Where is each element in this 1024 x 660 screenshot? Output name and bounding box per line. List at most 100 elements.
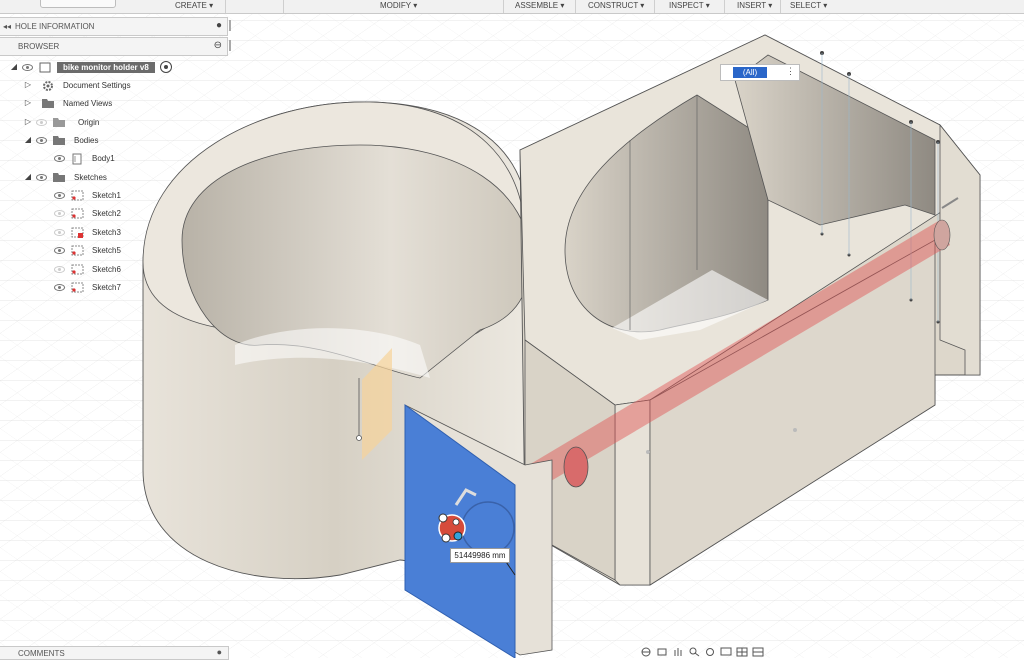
- tree-item-sketch2[interactable]: Sketch2: [54, 205, 124, 221]
- zoom-icon[interactable]: [688, 647, 700, 657]
- expand-caret-icon[interactable]: ◢: [10, 63, 18, 71]
- eye-icon[interactable]: [54, 246, 65, 254]
- toolbar-separator: [724, 0, 725, 13]
- tree-item-bodies[interactable]: ◢ Bodies: [24, 132, 101, 148]
- tree-item-sketch6[interactable]: Sketch6: [54, 261, 124, 277]
- tree-item-label: Named Views: [63, 98, 113, 108]
- toolbar-separator: [503, 0, 504, 13]
- pin-dot-icon[interactable]: ●: [216, 20, 222, 31]
- display-settings-icon[interactable]: [720, 647, 732, 657]
- panel-resize-handle[interactable]: [229, 20, 231, 31]
- browser-header[interactable]: BROWSER ⊖: [0, 37, 231, 56]
- comments-label: COMMENTS: [18, 649, 65, 658]
- folder-icon: [53, 172, 65, 182]
- pin-dot-icon[interactable]: ●: [217, 647, 222, 657]
- toolbar-separator: [283, 0, 284, 13]
- orbit-icon[interactable]: [640, 647, 652, 657]
- expand-caret-icon[interactable]: ▷: [24, 81, 32, 89]
- body-icon: [71, 153, 83, 165]
- eye-icon[interactable]: [54, 283, 65, 291]
- plane-origin[interactable]: [356, 435, 362, 441]
- tree-item-sketch3[interactable]: Sketch3: [54, 224, 124, 240]
- eye-hidden-icon[interactable]: [36, 118, 47, 126]
- minus-circle-icon[interactable]: ⊖: [214, 40, 222, 51]
- eye-icon[interactable]: [54, 154, 65, 162]
- eye-icon[interactable]: [36, 173, 47, 181]
- navigation-bar: [640, 646, 764, 658]
- menu-select[interactable]: SELECT ▾: [790, 1, 827, 10]
- toolbar-separator: [575, 0, 576, 13]
- menu-assemble[interactable]: ASSEMBLE ▾: [515, 1, 564, 10]
- eye-hidden-icon[interactable]: [54, 228, 65, 236]
- eye-hidden-icon[interactable]: [54, 209, 65, 217]
- eye-icon[interactable]: [22, 63, 33, 71]
- model-canvas[interactable]: [0, 0, 1024, 659]
- tree-item-origin[interactable]: ▷ Origin: [24, 114, 102, 130]
- tree-root[interactable]: ◢ bike monitor holder v8: [10, 59, 172, 75]
- 3d-viewport[interactable]: [0, 0, 1024, 659]
- look-at-icon[interactable]: [656, 647, 668, 657]
- gear-icon: [42, 80, 54, 91]
- browser-label: BROWSER: [18, 42, 60, 51]
- toolbar-separator: [654, 0, 655, 13]
- pan-hand-icon[interactable]: [672, 647, 684, 657]
- menu-create[interactable]: CREATE ▾: [175, 1, 213, 10]
- hole-information-header[interactable]: ◂◂ HOLE INFORMATION ●: [0, 17, 231, 36]
- tree-item-label: Document Settings: [63, 80, 131, 90]
- tree-item-sketches[interactable]: ◢ Sketches: [24, 169, 110, 185]
- viewports-icon[interactable]: [752, 647, 764, 657]
- eye-icon[interactable]: [36, 136, 47, 144]
- tree-item-sketch5[interactable]: Sketch5: [54, 242, 124, 258]
- tree-item-body1[interactable]: Body1: [54, 150, 118, 166]
- double-chevron-left-icon[interactable]: ◂◂: [3, 22, 11, 31]
- eye-hidden-icon[interactable]: [54, 265, 65, 273]
- sketch-warning-icon: [71, 227, 84, 238]
- folder-icon: [53, 117, 65, 127]
- hole-information-label: HOLE INFORMATION: [15, 22, 95, 31]
- toolbar-separator: [780, 0, 781, 13]
- left-panel: ◂◂ HOLE INFORMATION ● BROWSER ⊖: [0, 17, 231, 56]
- tree-item-label: Sketch1: [92, 190, 121, 200]
- menu-modify[interactable]: MODIFY ▾: [380, 1, 417, 10]
- toolbar-separator: [225, 0, 226, 13]
- top-toolbar: CREATE ▾ MODIFY ▾ ASSEMBLE ▾ CONSTRUCT ▾…: [0, 0, 1024, 14]
- expand-caret-icon[interactable]: ◢: [24, 136, 32, 144]
- fit-icon[interactable]: [704, 647, 716, 657]
- tree-item-sketch7[interactable]: Sketch7: [54, 279, 124, 295]
- sketch-icon: [71, 282, 84, 293]
- hole-entry: [563, 446, 589, 488]
- selection-filter[interactable]: (All) ⋮: [720, 64, 800, 81]
- expand-caret-icon[interactable]: ◢: [24, 173, 32, 181]
- toolbar-field[interactable]: [40, 0, 116, 8]
- sketch-icon: [71, 208, 84, 219]
- tree-item-label: Sketches: [74, 172, 107, 182]
- radio-active-icon[interactable]: [159, 61, 172, 73]
- dimension-input[interactable]: 51449986 mm: [450, 548, 510, 563]
- tree-item-label: Sketch3: [92, 227, 121, 237]
- expand-caret-icon[interactable]: ▷: [24, 118, 32, 126]
- root-component-label[interactable]: bike monitor holder v8: [57, 61, 155, 73]
- tree-item-label: Origin: [78, 117, 100, 127]
- menu-inspect[interactable]: INSPECT ▾: [669, 1, 710, 10]
- component-icon: [39, 62, 51, 73]
- panel-resize-handle[interactable]: [229, 40, 231, 51]
- sketch-icon: [71, 245, 84, 256]
- tree-item-label: Sketch6: [92, 264, 121, 274]
- grid-settings-icon[interactable]: [736, 647, 748, 657]
- tree-item-named-views[interactable]: ▷ Named Views: [24, 95, 115, 111]
- eye-icon[interactable]: [54, 191, 65, 199]
- tree-item-label: Sketch2: [92, 208, 121, 218]
- vertical-dots-icon[interactable]: ⋮: [786, 66, 795, 77]
- sketch-icon: [71, 264, 84, 275]
- tree-item-label: Sketch5: [92, 245, 121, 255]
- menu-insert[interactable]: INSERT ▾: [737, 1, 772, 10]
- tree-item-sketch1[interactable]: Sketch1: [54, 187, 124, 203]
- tree-item-document-settings[interactable]: ▷ Document Settings: [24, 77, 134, 93]
- selection-filter-value[interactable]: (All): [733, 67, 767, 78]
- sketch-icon: [71, 190, 84, 201]
- expand-caret-icon[interactable]: ▷: [24, 99, 32, 107]
- folder-icon: [53, 135, 65, 145]
- folder-icon: [42, 98, 54, 108]
- menu-construct[interactable]: CONSTRUCT ▾: [588, 1, 644, 10]
- hole-exit: [933, 219, 951, 251]
